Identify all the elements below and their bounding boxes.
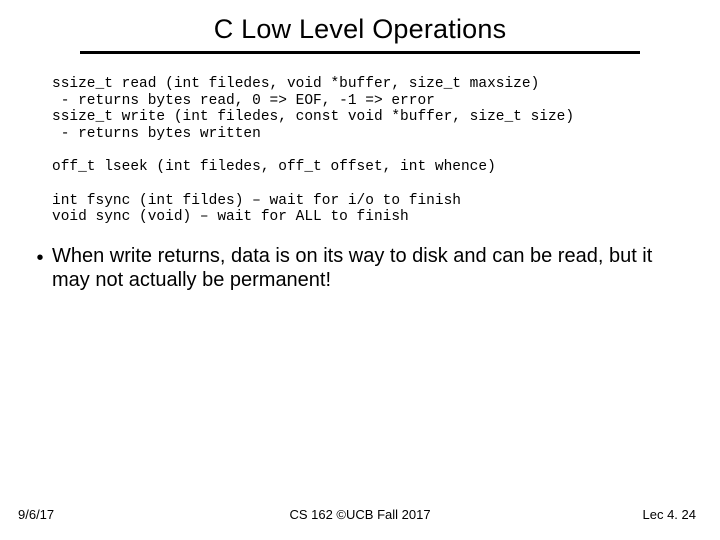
footer-course: CS 162 ©UCB Fall 2017 xyxy=(0,507,720,522)
bullet-item: • When write returns, data is on its way… xyxy=(28,244,692,293)
slide: C Low Level Operations ssize_t read (int… xyxy=(0,0,720,540)
code-block: ssize_t read (int filedes, void *buffer,… xyxy=(52,76,668,226)
bullet-marker: • xyxy=(28,244,52,270)
bullet-text: When write returns, data is on its way t… xyxy=(52,244,692,293)
footer: 9/6/17 CS 162 ©UCB Fall 2017 Lec 4. 24 xyxy=(0,507,720,522)
bullet-list: • When write returns, data is on its way… xyxy=(28,244,692,293)
slide-title: C Low Level Operations xyxy=(0,0,720,51)
title-underline xyxy=(80,51,640,54)
